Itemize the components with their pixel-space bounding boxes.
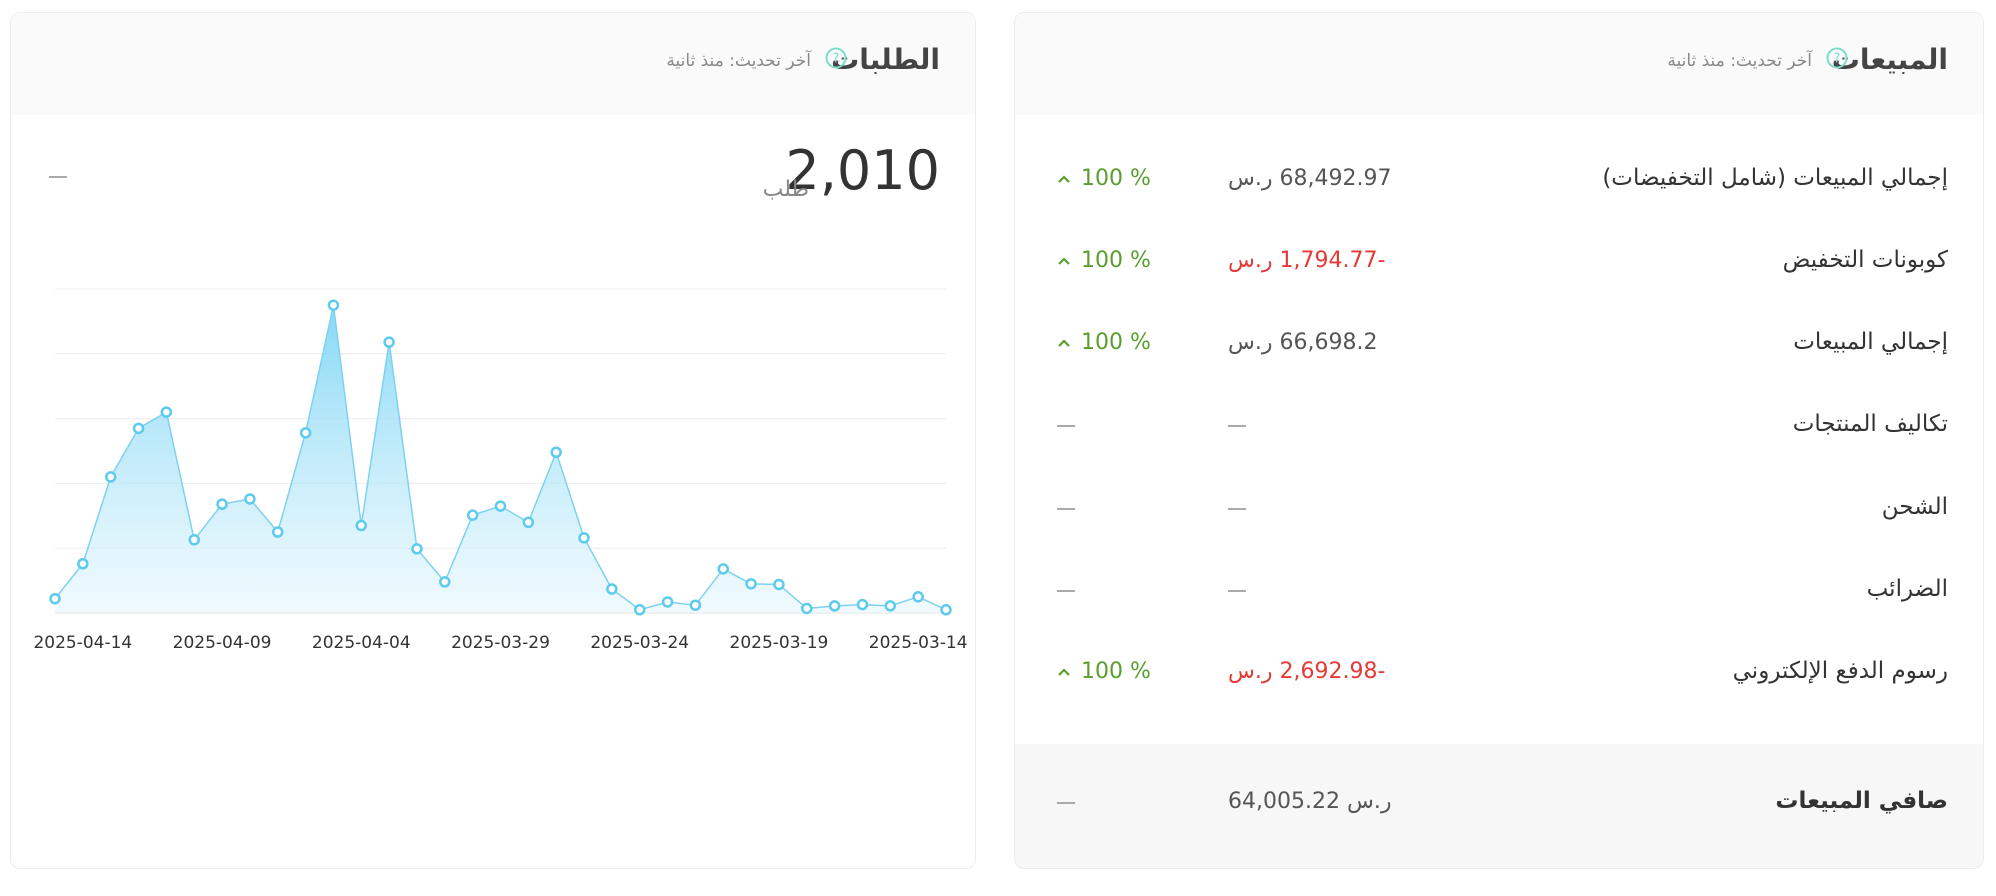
sales-row: تكاليف المنتجات: [1015, 401, 1983, 451]
chart-point: [132, 422, 145, 435]
chart-point: [856, 598, 869, 611]
sales-row-change-empty: [1057, 425, 1075, 427]
sales-row-change-text: 100 %: [1081, 248, 1151, 273]
chart-point: [773, 578, 785, 591]
sales-row-value: 66,698.2 ر.س: [1228, 330, 1378, 355]
chart-point: [411, 543, 423, 555]
help-icon[interactable]: ?: [825, 47, 847, 69]
chart-point: [383, 336, 395, 348]
chart-point: [244, 493, 256, 505]
sales-card-header: المبيعات ? آخر تحديث: منذ ثانية: [1015, 13, 1983, 115]
help-icon[interactable]: ?: [1826, 47, 1848, 69]
chart-point: [327, 299, 340, 311]
trend-up-icon: [1058, 668, 1070, 676]
chart-x-tick-label: 2025-04-14: [33, 633, 132, 653]
sales-row-value-empty: [1228, 590, 1246, 592]
chart-point: [439, 576, 451, 588]
sales-row-label: إجمالي المبيعات (شامل التخفيضات): [1602, 165, 1948, 191]
orders-change-empty: [49, 176, 67, 178]
sales-row-label: إجمالي المبيعات: [1793, 329, 1948, 355]
chart-x-tick-label: 2025-04-09: [173, 633, 272, 653]
chart-point: [606, 583, 618, 595]
orders-last-updated: آخر تحديث: منذ ثانية: [666, 51, 811, 71]
sales-row-change: 100 %: [1057, 166, 1151, 191]
svg-text:?: ?: [833, 52, 840, 67]
sales-row: الضرائب: [1015, 566, 1983, 616]
chart-x-tick-label: 2025-04-04: [312, 633, 411, 653]
sales-row-value-empty: [1228, 425, 1246, 427]
svg-text:?: ?: [1834, 52, 1841, 67]
chart-point: [272, 526, 284, 538]
chart-point: [299, 427, 312, 439]
chart-x-tick-label: 2025-03-14: [869, 633, 968, 653]
chart-point: [801, 602, 813, 615]
chart-x-tick-label: 2025-03-24: [590, 633, 689, 653]
chart-point: [355, 519, 368, 532]
chart-point: [188, 534, 200, 546]
chart-point: [550, 446, 562, 459]
sales-row-change-text: 100 %: [1081, 166, 1151, 191]
chart-point: [828, 600, 841, 612]
sales-row-change: 100 %: [1057, 659, 1151, 684]
chart-point: [912, 591, 924, 603]
sales-row-change-text: 100 %: [1081, 659, 1151, 684]
chart-point: [578, 532, 590, 544]
sales-row-value: -2,692.98 ر.س: [1228, 659, 1386, 684]
chart-point: [661, 596, 674, 608]
sales-row-value: -1,794.77 ر.س: [1228, 248, 1386, 273]
sales-row-value: 68,492.97 ر.س: [1228, 166, 1392, 191]
chart-point: [466, 509, 479, 521]
sales-row: إجمالي المبيعات (شامل التخفيضات) 68,492.9…: [1015, 155, 1983, 205]
sales-card: المبيعات ? آخر تحديث: منذ ثانية إجمالي ا…: [1014, 12, 1984, 869]
chart-point: [494, 500, 507, 512]
sales-row-change-empty: [1057, 590, 1075, 592]
sales-title: المبيعات: [1831, 43, 1948, 76]
sales-row-label: كوبونات التخفيض: [1782, 247, 1948, 273]
sales-row-change: 100 %: [1057, 330, 1151, 355]
chart-point: [717, 563, 729, 575]
chart-point: [884, 600, 897, 612]
sales-row-change-text: 100 %: [1081, 330, 1151, 355]
sales-last-updated: آخر تحديث: منذ ثانية: [1667, 51, 1812, 71]
orders-card-header: الطلبات ? آخر تحديث: منذ ثانية: [11, 13, 975, 115]
chart-point: [216, 498, 228, 510]
trend-up-icon: [1058, 175, 1070, 183]
net-sales-row: صافي المبيعات 64,005.22 ر.س: [1015, 744, 1983, 868]
trend-up-icon: [1058, 339, 1070, 347]
sales-row-change-empty: [1057, 508, 1075, 510]
sales-row: كوبونات التخفيض -1,794.77 ر.س 100 %: [1015, 237, 1983, 287]
chart-point: [77, 558, 89, 570]
chart-point: [522, 516, 535, 529]
sales-row: الشحن: [1015, 484, 1983, 534]
chart-point: [104, 471, 117, 483]
chart-area: [55, 305, 946, 613]
orders-card: الطلبات ? آخر تحديث: منذ ثانية 2,010 طلب…: [10, 12, 976, 869]
sales-row-label: الضرائب: [1866, 576, 1948, 602]
chart-x-tick-label: 2025-03-29: [451, 633, 550, 653]
orders-chart: 2025-04-14 2025-04-09 2025-04-04 2025-03-29…: [33, 288, 968, 653]
sales-row: إجمالي المبيعات 66,698.2 ر.س 100 %: [1015, 319, 1983, 369]
chart-point: [745, 578, 757, 590]
sales-row-label: تكاليف المنتجات: [1792, 411, 1948, 437]
sales-row-value-empty: [1228, 508, 1246, 510]
net-sales-change-empty: [1057, 802, 1075, 804]
chart-x-tick-label: 2025-03-19: [730, 633, 829, 653]
sales-row-label: الشحن: [1881, 494, 1948, 520]
chart-point: [689, 599, 702, 611]
sales-row-label: رسوم الدفع الإلكتروني: [1732, 658, 1948, 684]
orders-title: الطلبات: [831, 43, 940, 76]
chart-point: [160, 406, 173, 418]
chart-point: [49, 592, 61, 605]
chart-point: [633, 604, 646, 616]
sales-row-change: 100 %: [1057, 248, 1151, 273]
sales-row: رسوم الدفع الإلكتروني -2,692.98 ر.س 100 %: [1015, 648, 1983, 698]
net-sales-value: 64,005.22 ر.س: [1228, 789, 1392, 814]
orders-unit: طلب: [762, 177, 809, 202]
net-sales-label: صافي المبيعات: [1775, 788, 1948, 814]
chart-point: [940, 604, 952, 616]
trend-up-icon: [1058, 257, 1070, 265]
